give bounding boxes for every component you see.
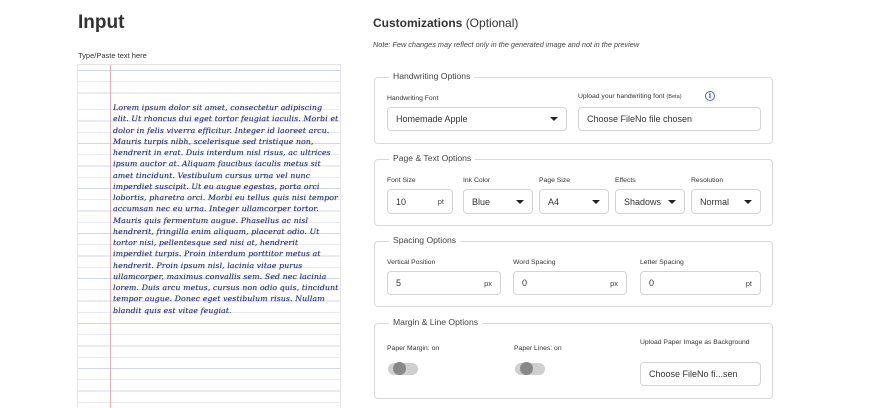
resolution-select[interactable]: Normal — [691, 189, 761, 214]
word-spacing-input[interactable]: 0 px — [513, 271, 627, 295]
handwriting-options-legend: Handwriting Options — [389, 71, 475, 81]
font-size-unit: pt — [437, 197, 444, 206]
word-spacing-unit: px — [610, 278, 618, 288]
upload-font-label-text: Upload your handwriting font — [578, 93, 665, 100]
customizations-title-text: Customizations — [373, 16, 463, 30]
customizations-title: Customizations (Optional) — [373, 16, 518, 30]
spacing-options-legend: Spacing Options — [389, 235, 461, 245]
ink-color-select[interactable]: Blue — [463, 189, 533, 214]
letter-spacing-unit: pt — [745, 278, 752, 288]
input-textarea[interactable]: Lorem ipsum dolor sit amet, consectetur … — [113, 102, 340, 316]
caret-down-icon — [516, 199, 524, 204]
upload-paper-label: Upload Paper Image as Background — [640, 339, 750, 346]
page-size-select[interactable]: A4 — [539, 189, 609, 214]
paper-lines-toggle-knob — [520, 362, 533, 375]
upload-paper-file-input[interactable]: Choose FileNo fi...sen — [640, 362, 761, 386]
effects-select[interactable]: Shadows — [615, 189, 685, 214]
vertical-position-input[interactable]: 5 px — [387, 271, 501, 295]
handwriting-options-card: Handwriting Options Handwriting Font Hom… — [374, 71, 773, 144]
vertical-position-value: 5 — [396, 278, 402, 288]
margin-line-options-card: Margin & Line Options Paper Margin: on P… — [374, 317, 773, 399]
caret-down-icon — [550, 117, 558, 121]
upload-paper-file-value: Choose FileNo fi...sen — [649, 369, 738, 379]
font-size-input[interactable]: 10 pt — [387, 189, 453, 214]
paper-preview[interactable]: Lorem ipsum dolor sit amet, consectetur … — [77, 64, 341, 408]
handwriting-font-select[interactable]: Homemade Apple — [387, 107, 567, 131]
resolution-label: Resolution — [691, 177, 724, 184]
input-title: Input — [78, 12, 125, 33]
effects-value: Shadows — [624, 196, 662, 207]
handwriting-font-value: Homemade Apple — [396, 114, 468, 124]
paper-lines-toggle[interactable] — [515, 362, 545, 375]
resolution-value: Normal — [700, 196, 730, 207]
caret-down-icon — [744, 199, 752, 204]
font-size-value: 10 — [396, 196, 407, 207]
letter-spacing-label: Letter Spacing — [640, 259, 684, 266]
word-spacing-label: Word Spacing — [513, 259, 556, 266]
page-size-label: Page Size — [539, 177, 570, 184]
ink-color-label: Ink Color — [463, 177, 491, 184]
page-text-options-legend: Page & Text Options — [389, 153, 476, 163]
margin-line-options-legend: Margin & Line Options — [389, 317, 483, 327]
effects-label: Effects — [615, 177, 636, 184]
spacing-options-card: Spacing Options Vertical Position 5 px W… — [374, 235, 773, 307]
beta-badge: (Beta) — [666, 94, 682, 100]
caret-down-icon — [592, 199, 600, 204]
paper-lines-label: Paper Lines: on — [514, 345, 562, 352]
upload-font-file-input[interactable]: Choose FileNo file chosen — [578, 107, 761, 131]
letter-spacing-input[interactable]: 0 pt — [640, 271, 761, 295]
letter-spacing-value: 0 — [649, 278, 655, 288]
handwriting-font-label: Handwriting Font — [387, 95, 439, 102]
input-subtitle: Type/Paste text here — [78, 51, 147, 60]
page-text-options-card: Page & Text Options Font Size 10 pt Ink … — [374, 153, 773, 226]
page-size-value: A4 — [548, 196, 560, 207]
paper-margin-toggle[interactable] — [388, 362, 418, 375]
vertical-position-label: Vertical Position — [387, 259, 436, 266]
caret-down-icon — [668, 199, 676, 204]
customizations-note: Note: Few changes may reflect only in th… — [373, 40, 640, 49]
paper-margin-label: Paper Margin: on — [387, 345, 440, 352]
font-size-label: Font Size — [387, 177, 416, 184]
word-spacing-value: 0 — [522, 278, 528, 288]
info-circle-icon[interactable]: i — [705, 91, 715, 101]
upload-font-label: Upload your handwriting font (Beta) — [578, 93, 682, 100]
upload-font-file-value: Choose FileNo file chosen — [587, 114, 693, 124]
customizations-optional: (Optional) — [465, 16, 519, 30]
paper-margin-toggle-knob — [393, 362, 406, 375]
vertical-position-unit: px — [484, 278, 492, 288]
ink-color-value: Blue — [472, 196, 491, 207]
